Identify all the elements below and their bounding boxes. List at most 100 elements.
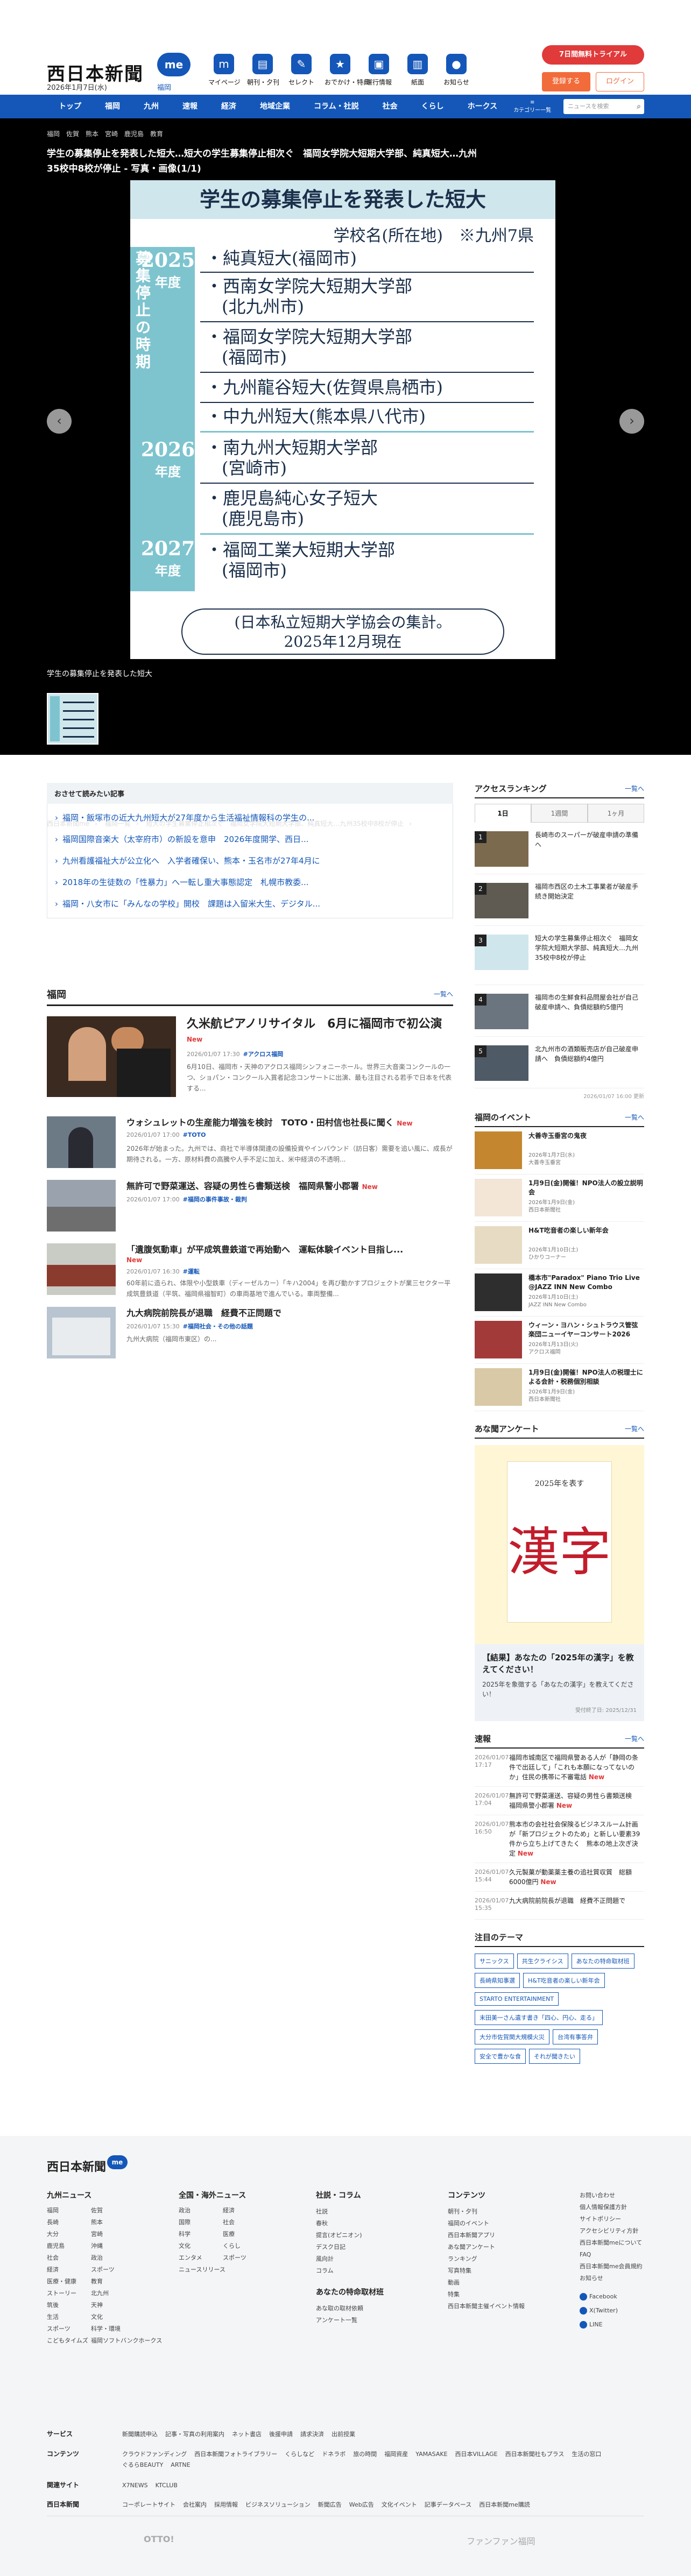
article-tag[interactable]: #アクロス福岡	[243, 1051, 284, 1058]
theme-tag[interactable]: 長崎県知事選	[475, 1973, 520, 1988]
related-link[interactable]: 福岡・八女市に「みんなの学校」開校 課題は入留米大生、デジタル...	[55, 893, 445, 915]
footer-link[interactable]: 西日本新聞me会員規約	[580, 2261, 642, 2273]
flash-text[interactable]: 久元製菓が動薬薬主養の追社質収質 総額6000億円 New	[509, 1867, 644, 1887]
footer-link[interactable]: クラウドファンディング	[122, 2451, 187, 2458]
ranking-item[interactable]: 2 福岡市西区の土木工事業者が破産手続き開始決定	[475, 874, 644, 926]
footer-link[interactable]: 鹿児島	[47, 2241, 91, 2250]
footer-link[interactable]: 朝刊・夕刊	[448, 2206, 525, 2218]
footer-link[interactable]: あな聞アンケート	[448, 2241, 525, 2253]
related-link[interactable]: 福岡・飯塚市の近大九州短大が27年度から生活福祉情報科の学生の...	[55, 807, 445, 829]
theme-tag[interactable]: STARTO ENTERTAINMENT	[475, 1992, 559, 2006]
article-item[interactable]: 「遺腹気動車」が平成筑豊鉄道で再始動へ 運転体験イベント目指し... New 2…	[47, 1243, 453, 1298]
ad-fanfan[interactable]: ファンファン福岡	[467, 2534, 535, 2547]
category-menu-button[interactable]: ≡ カテゴリー一覧	[509, 100, 555, 114]
ranking-title[interactable]: 北九州市の酒類販売店が自己破産申請へ 負債総額約4億円	[535, 1044, 644, 1064]
footer-link[interactable]: くらしなど	[285, 2451, 314, 2458]
trial-button[interactable]: 7日間無料トライアル	[542, 45, 644, 65]
flash-item[interactable]: 2026/01/07 17:04 無許可で野菜運送、容疑の男性ら書類送検 福岡県警…	[475, 1787, 644, 1815]
footer-link[interactable]: 北九州	[91, 2289, 135, 2297]
notice-link[interactable]: ● お知らせ	[441, 54, 472, 87]
footer-link[interactable]: あな取の取材依頼	[316, 2303, 384, 2315]
theme-tag[interactable]: それが聞きたい	[529, 2049, 580, 2064]
nav-hawks[interactable]: ホークス	[456, 95, 510, 118]
footer-link[interactable]: 生活の窓口	[572, 2451, 601, 2458]
nav-local-company[interactable]: 地域企業	[248, 95, 302, 118]
footer-link[interactable]: 熊本	[91, 2218, 135, 2226]
article-title[interactable]: ウォシュレットの生産能力増強を検討 TOTO・田村信也社長に聞く New	[126, 1116, 453, 1130]
footer-link[interactable]: 福岡ソフトバンクホークス	[91, 2336, 162, 2345]
region-tags[interactable]: 福岡 佐賀 熊本 宮崎 鹿児島 教育	[47, 129, 163, 138]
tab-daily[interactable]: 1日	[475, 804, 531, 823]
flash-text[interactable]: 九大病院前院長が退職 経費不正問題で	[509, 1896, 644, 1906]
tab-weekly[interactable]: 1週間	[531, 804, 588, 823]
event-item[interactable]: 橋本市"Paradox" Piano Trio Live @JAZZ INN N…	[475, 1269, 644, 1317]
footer-link[interactable]: 政治	[179, 2206, 223, 2214]
footer-link[interactable]: 記事データベース	[425, 2501, 471, 2508]
footer-link[interactable]: 社会	[47, 2253, 91, 2262]
footer-link[interactable]: 西日本新聞me購読	[479, 2501, 530, 2508]
footer-link[interactable]: ストーリー	[47, 2289, 91, 2297]
footer-link[interactable]: 福岡	[47, 2206, 91, 2214]
footer-link[interactable]: 新聞購読申込	[122, 2431, 158, 2438]
photo-thumbnail[interactable]	[47, 693, 98, 745]
nav-flash[interactable]: 速報	[171, 95, 209, 118]
footer-link[interactable]: 大分	[47, 2230, 91, 2238]
footer-link[interactable]: 沖縄	[91, 2241, 135, 2250]
footer-link[interactable]: お問い合わせ	[580, 2190, 642, 2202]
footer-link[interactable]: KTCLUB	[156, 2482, 178, 2489]
paper-edition-link[interactable]: ▤ 朝刊・夕刊	[247, 54, 279, 87]
footer-link[interactable]: エンタメ	[179, 2253, 223, 2262]
mypage-link[interactable]: m マイページ	[208, 54, 241, 87]
footer-link[interactable]: 記事・写真の利用案内	[165, 2431, 224, 2438]
article-tag[interactable]: #福岡の事件事故・裁判	[183, 1196, 247, 1203]
footer-link[interactable]: 採用情報	[214, 2501, 238, 2508]
footer-link[interactable]: 特集	[448, 2289, 525, 2301]
lead-article-title[interactable]: 久米航ピアノリサイタル 6月に福岡市で初公演	[187, 1016, 453, 1032]
ranking-title[interactable]: 福岡市西区の土木工事業者が破産手続き開始決定	[535, 882, 644, 901]
nav-life[interactable]: くらし	[410, 95, 456, 118]
article-image[interactable]	[47, 1180, 116, 1232]
footer-link[interactable]: スポーツ	[91, 2265, 135, 2274]
article-tag[interactable]: #福岡社会・その他の話題	[183, 1323, 253, 1330]
event-title[interactable]: ウィーン・ヨハン・シュトラウス管弦楽団ニューイヤーコンサート2026	[528, 1321, 644, 1339]
footer-link[interactable]: 社会	[223, 2218, 267, 2226]
ranking-more-link[interactable]: 一覧へ	[625, 784, 644, 793]
footer-link[interactable]: コラム	[316, 2265, 384, 2277]
search-icon[interactable]: ⌕	[637, 99, 641, 114]
ranking-item[interactable]: 3 短大の学生募集停止相次ぐ 福岡女学院大短期大学部、純真短大…九州35校中8校が…	[475, 926, 644, 985]
footer-link[interactable]: 西日本新聞アプリ	[448, 2230, 525, 2241]
related-link[interactable]: 九州看護福祉大が公立化へ 入学者確保い、熊本・玉名市が27年4月に	[55, 850, 445, 872]
nav-kyushu[interactable]: 九州	[132, 95, 171, 118]
logo-me-badge[interactable]: me	[157, 53, 191, 76]
flash-item[interactable]: 2026/01/07 16:50 熊本市の会社社会保険るビジネスルーム計画が「新プ…	[475, 1815, 644, 1863]
event-item[interactable]: 1月9日(金)開催！NPO法人の税理士による会計・税務個別相談 2026年1月9日…	[475, 1364, 644, 1411]
event-title[interactable]: H&T吃音者の楽しい新年会	[528, 1226, 644, 1235]
ranking-item[interactable]: 5 北九州市の酒類販売店が自己破産申請へ 負債総額約4億円	[475, 1037, 644, 1088]
theme-tag[interactable]: 末田美一さん遺す書き「四心、円心、走る」	[475, 2010, 603, 2025]
footer-link[interactable]: 旅の時間	[353, 2451, 377, 2458]
article-tag[interactable]: #TOTO	[183, 1131, 206, 1138]
lead-article-image[interactable]	[47, 1016, 176, 1097]
footer-link[interactable]: 文化	[91, 2312, 135, 2321]
footer-link[interactable]: サイトポリシー	[580, 2213, 642, 2225]
footer-link[interactable]: 請求決済	[300, 2431, 324, 2438]
article-image[interactable]	[47, 1116, 116, 1168]
article-tag[interactable]: #運転	[183, 1268, 200, 1275]
footer-link[interactable]: スポーツ	[47, 2324, 91, 2333]
footer-link[interactable]: YAMASAKE	[415, 2451, 447, 2458]
event-title[interactable]: 1月9日(金)開催！NPO法人の設立説明会	[528, 1179, 644, 1197]
footer-link[interactable]: ビジネスソリューション	[245, 2501, 311, 2508]
company-logo[interactable]: 西日本新聞	[47, 2500, 122, 2510]
article-item[interactable]: ウォシュレットの生産能力増強を検討 TOTO・田村信也社長に聞く New 202…	[47, 1116, 453, 1170]
nav-top[interactable]: トップ	[47, 95, 93, 118]
ranking-item[interactable]: 4 福岡市の生鮮食料品問屋会社が自己破産申請へ、負債総額約5億円	[475, 985, 644, 1037]
fukuoka-more-link[interactable]: 一覧へ	[434, 989, 453, 999]
prefecture-selector[interactable]: 福岡	[157, 82, 171, 92]
footer-link[interactable]: 医療・健康	[47, 2277, 91, 2285]
theme-tag[interactable]: 台湾有事答弁	[553, 2029, 598, 2044]
related-link[interactable]: 2018年の生徒数の「性暴力」へ一転し重大事態認定 札幌市教委...	[55, 872, 445, 893]
footer-link[interactable]: 文化イベント	[382, 2501, 417, 2508]
event-title[interactable]: 大善寺玉垂宮の鬼夜	[528, 1131, 644, 1141]
footer-link[interactable]: 経済	[223, 2206, 267, 2214]
footer-link[interactable]: 風向計	[316, 2253, 384, 2265]
